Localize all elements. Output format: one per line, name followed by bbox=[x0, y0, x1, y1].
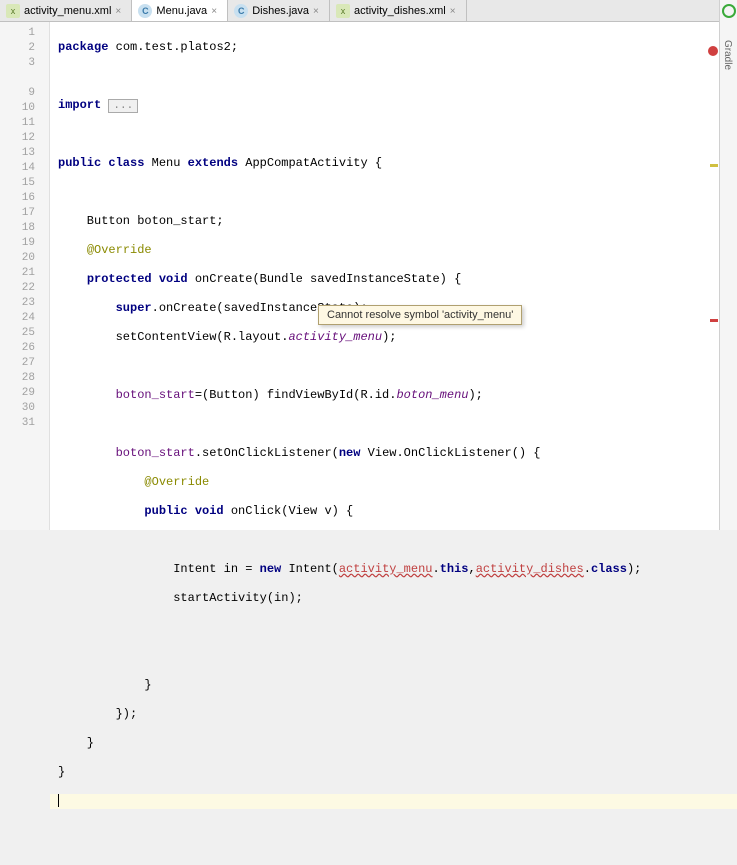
error-stripe[interactable] bbox=[709, 44, 719, 530]
line-number bbox=[0, 71, 49, 86]
gradle-tool-button[interactable]: Gradle bbox=[720, 20, 733, 70]
line-number: 9 bbox=[0, 86, 49, 101]
line-number: 12 bbox=[0, 131, 49, 146]
tab-label: activity_menu.xml bbox=[24, 5, 111, 17]
code-editor[interactable]: package com.test.platos2; import ... pub… bbox=[50, 22, 737, 530]
line-number: 2 bbox=[0, 41, 49, 56]
close-icon[interactable]: × bbox=[115, 6, 125, 16]
line-number: 13 bbox=[0, 146, 49, 161]
editor-tabs: x activity_menu.xml × C Menu.java × C Di… bbox=[0, 0, 737, 22]
line-number: 25 bbox=[0, 326, 49, 341]
line-number: 19 bbox=[0, 236, 49, 251]
line-number: 14 bbox=[0, 161, 49, 176]
error-mark[interactable] bbox=[710, 319, 718, 322]
close-icon[interactable]: × bbox=[211, 6, 221, 16]
gutter: 1 2 3 9 10 11 12 13 14 15 16 17 18 19 20… bbox=[0, 22, 50, 530]
error-indicator-icon[interactable] bbox=[708, 46, 718, 56]
line-number: 17 bbox=[0, 206, 49, 221]
editor-area: 1 2 3 9 10 11 12 13 14 15 16 17 18 19 20… bbox=[0, 22, 737, 530]
tab-menu-java[interactable]: C Menu.java × bbox=[132, 0, 228, 21]
tab-activity-dishes-xml[interactable]: x activity_dishes.xml × bbox=[330, 0, 467, 21]
line-number: 11 bbox=[0, 116, 49, 131]
close-icon[interactable]: × bbox=[450, 6, 460, 16]
tab-activity-menu-xml[interactable]: x activity_menu.xml × bbox=[0, 0, 132, 21]
line-number: 29 bbox=[0, 386, 49, 401]
close-icon[interactable]: × bbox=[313, 6, 323, 16]
line-number: 24 bbox=[0, 311, 49, 326]
line-number: 31 bbox=[0, 416, 49, 431]
warning-mark[interactable] bbox=[710, 164, 718, 167]
tab-label: activity_dishes.xml bbox=[354, 5, 446, 17]
tab-label: Menu.java bbox=[156, 5, 207, 17]
gradle-icon[interactable] bbox=[722, 4, 736, 18]
tab-dishes-java[interactable]: C Dishes.java × bbox=[228, 0, 330, 21]
line-number: 18 bbox=[0, 221, 49, 236]
line-number: 15 bbox=[0, 176, 49, 191]
error-tooltip: Cannot resolve symbol 'activity_menu' bbox=[318, 305, 522, 325]
line-number: 27 bbox=[0, 356, 49, 371]
line-number: 22 bbox=[0, 281, 49, 296]
right-tool-window-bar: Gradle bbox=[719, 0, 737, 530]
java-class-icon: C bbox=[234, 4, 248, 18]
line-number: 16 bbox=[0, 191, 49, 206]
xml-file-icon: x bbox=[336, 4, 350, 18]
line-number: 10 bbox=[0, 101, 49, 116]
line-number: 26 bbox=[0, 341, 49, 356]
java-class-icon: C bbox=[138, 4, 152, 18]
xml-file-icon: x bbox=[6, 4, 20, 18]
line-number: 28 bbox=[0, 371, 49, 386]
line-number: 3 bbox=[0, 56, 49, 71]
line-number: 21 bbox=[0, 266, 49, 281]
line-number: 1 bbox=[0, 26, 49, 41]
line-number: 23 bbox=[0, 296, 49, 311]
line-number: 30 bbox=[0, 401, 49, 416]
import-fold[interactable]: ... bbox=[108, 99, 138, 113]
line-number: 20 bbox=[0, 251, 49, 266]
tab-label: Dishes.java bbox=[252, 5, 309, 17]
text-caret bbox=[58, 794, 59, 807]
